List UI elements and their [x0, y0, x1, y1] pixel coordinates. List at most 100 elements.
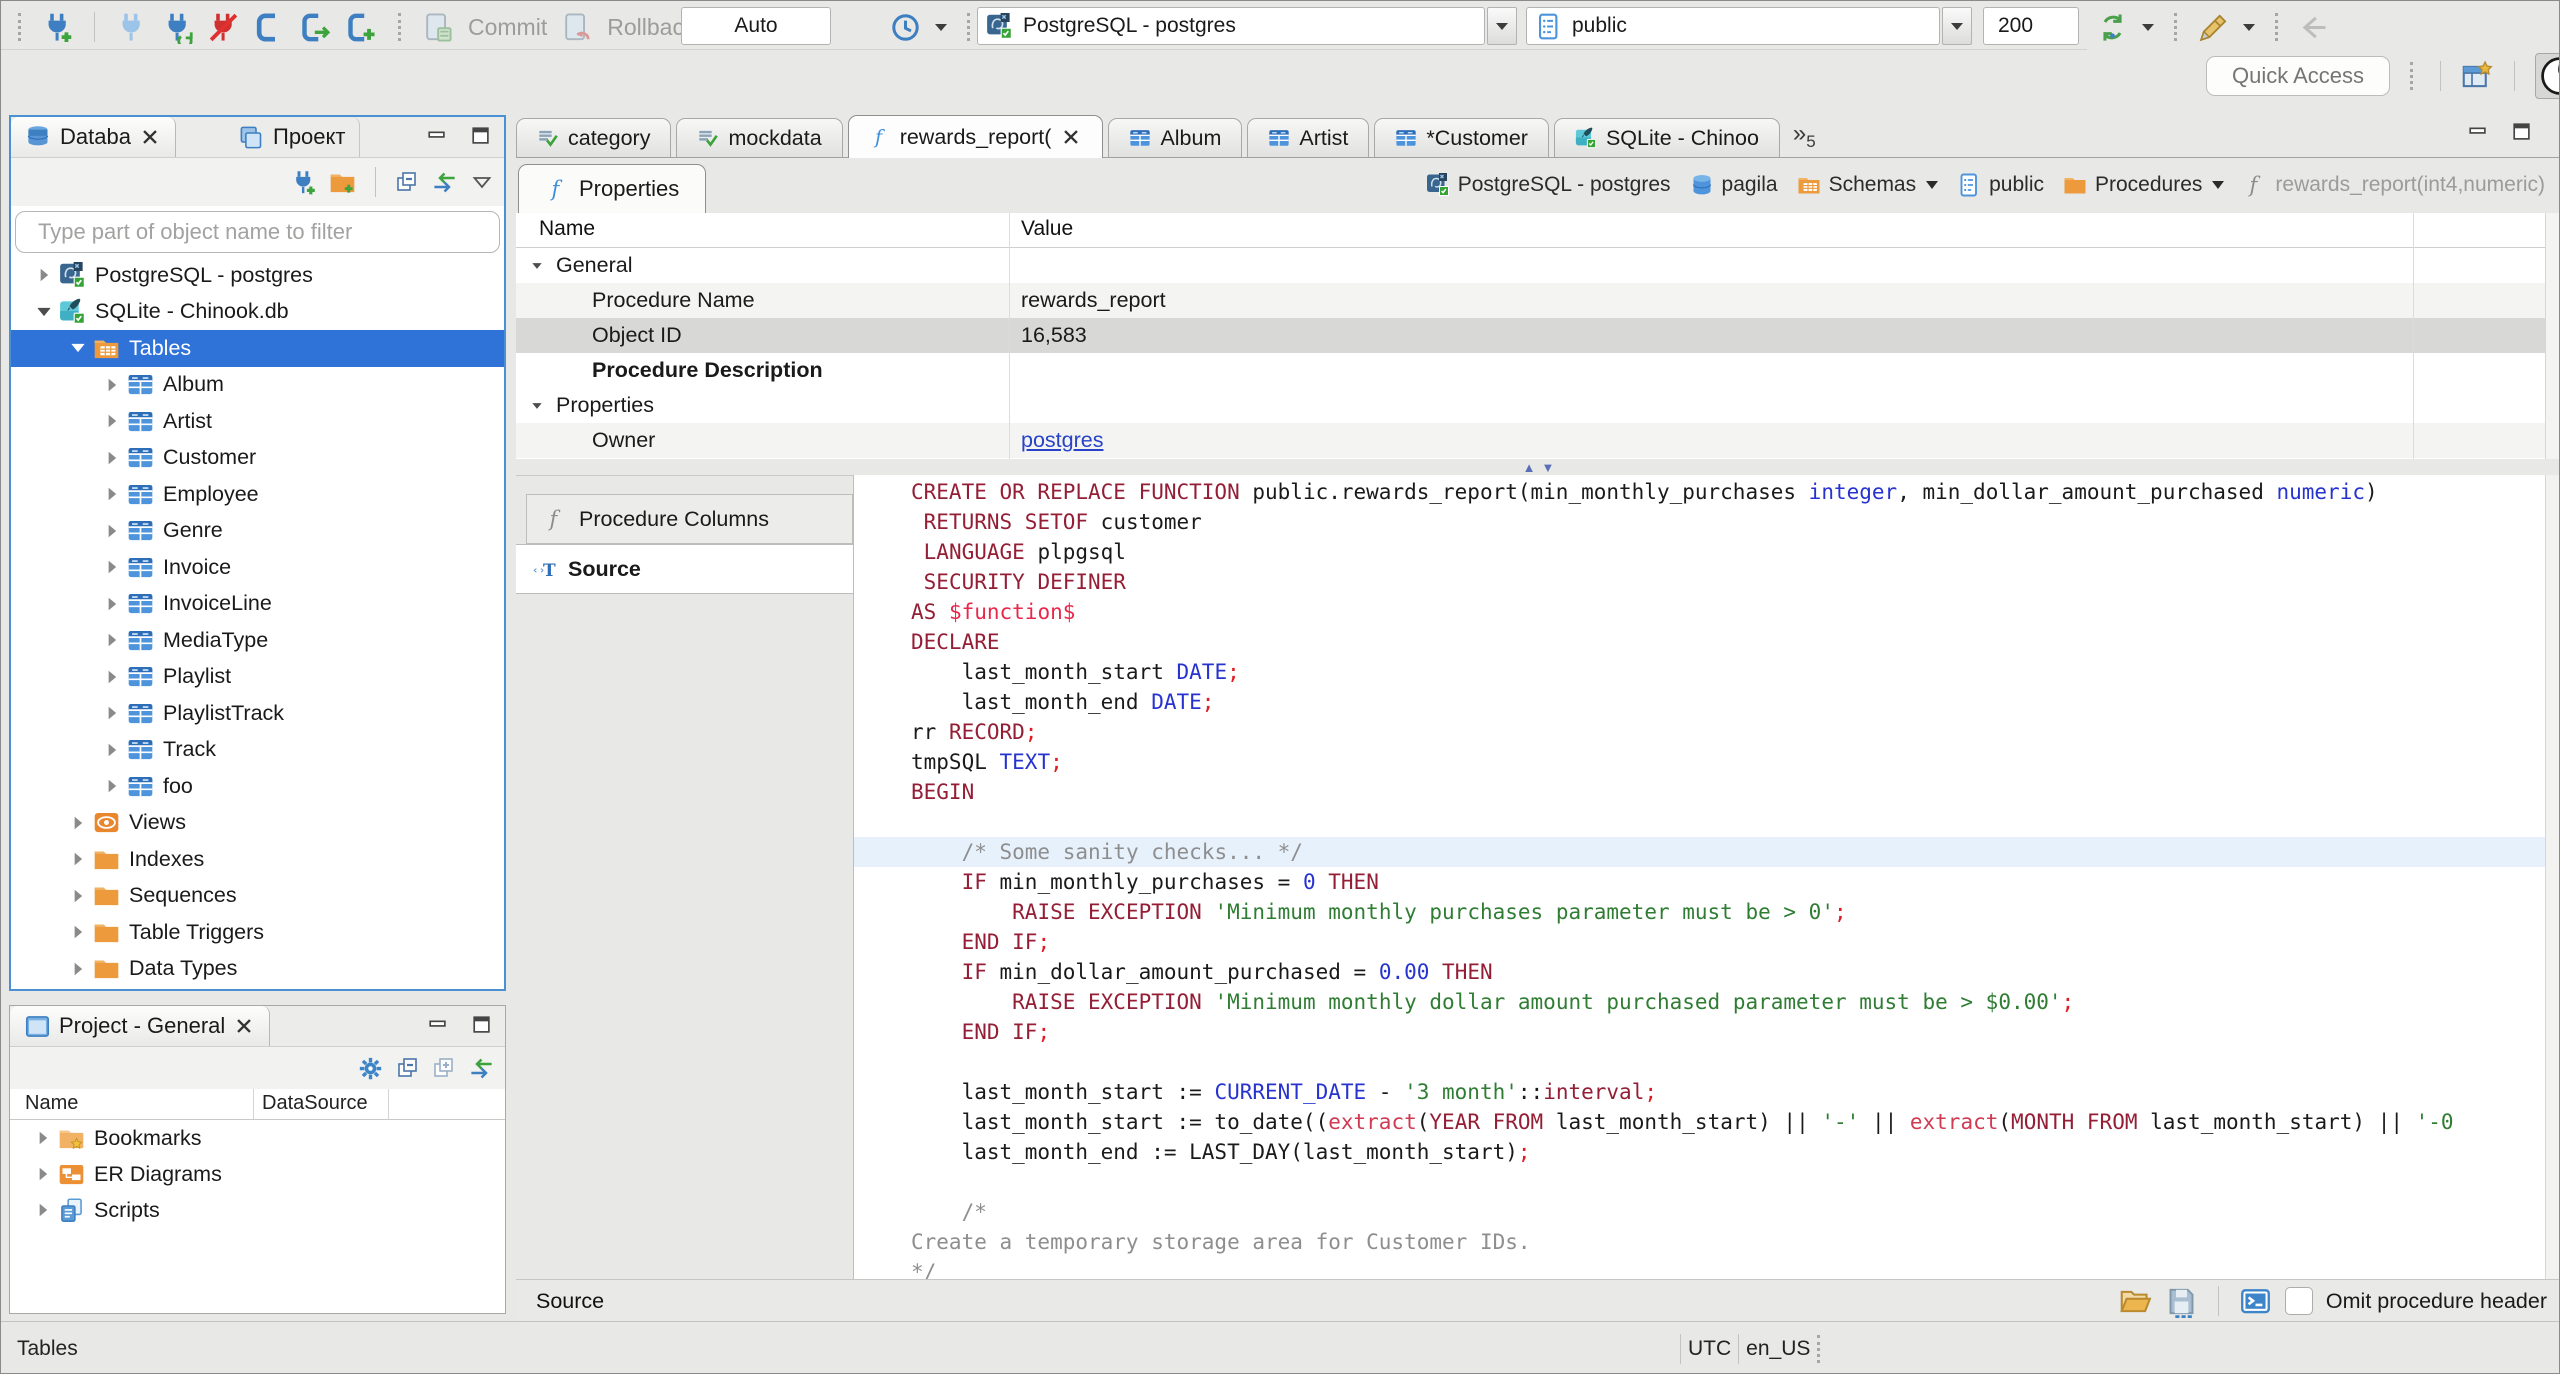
tree-item-album[interactable]: Album [11, 367, 504, 404]
scrollbar[interactable] [2545, 213, 2559, 459]
breadcrumb-item-public[interactable]: public [1957, 173, 2044, 197]
dbeaver-perspective-icon[interactable] [2535, 53, 2559, 99]
transaction-history-icon[interactable] [889, 11, 922, 44]
tree-item-data-types[interactable]: Data Types [11, 951, 504, 988]
chevron-right-icon[interactable] [63, 886, 93, 906]
chevron-down-icon[interactable] [530, 259, 544, 273]
tree-item-postgresql-postgres[interactable]: PostgreSQL - postgres [11, 257, 504, 294]
tree-item-customer[interactable]: Customer [11, 440, 504, 477]
back-navigation-icon[interactable] [2298, 11, 2331, 44]
chevron-right-icon[interactable] [97, 448, 127, 468]
section-tab-source[interactable]: ‹› T Source [516, 544, 853, 594]
chevron-down-icon[interactable] [2142, 23, 2154, 31]
navigator-tree[interactable]: PostgreSQL - postgres SQLite - Chinook.db… [11, 257, 504, 987]
breadcrumb-item-pagila[interactable]: pagila [1690, 173, 1778, 197]
close-icon[interactable] [233, 1015, 255, 1037]
link-with-editor-icon[interactable] [468, 1055, 495, 1082]
column-divider[interactable] [388, 1089, 389, 1119]
sql-format-icon[interactable] [2197, 11, 2230, 44]
list-item-scripts[interactable]: Scripts [10, 1192, 505, 1228]
commit-mode-combo[interactable]: Auto [681, 7, 831, 45]
maximize-icon[interactable] [470, 125, 492, 147]
chevron-down-icon[interactable] [530, 399, 544, 413]
tree-item-views[interactable]: Views [11, 805, 504, 842]
tree-item-mediatype[interactable]: MediaType [11, 622, 504, 659]
breadcrumb-item-postgresql-postgres[interactable]: PostgreSQL - postgres [1426, 173, 1671, 197]
timezone-label[interactable]: UTC [1688, 1337, 1731, 1361]
quick-access-input[interactable] [2206, 56, 2390, 96]
editor-tab-customer[interactable]: *Customer [1374, 118, 1549, 157]
locale-label[interactable]: en_US [1746, 1337, 1810, 1361]
chevron-right-icon[interactable] [63, 922, 93, 942]
column-name[interactable]: Name [25, 1092, 78, 1115]
connect-plug-icon[interactable] [115, 11, 148, 44]
chevron-right-icon[interactable] [97, 703, 127, 723]
breadcrumb-item-schemas[interactable]: Schemas [1797, 173, 1939, 197]
minimize-icon[interactable] [426, 125, 448, 147]
refresh-icon[interactable] [2096, 11, 2129, 44]
chevron-down-icon[interactable] [1926, 181, 1939, 189]
tab-project-general[interactable]: Project - General [10, 1006, 271, 1046]
toolbar-drag-handle[interactable] [967, 13, 970, 41]
property-row-properties[interactable]: Properties [516, 388, 2559, 423]
splitter-up-icon[interactable]: ▲ [1523, 460, 1536, 475]
new-connection-icon[interactable] [41, 11, 74, 44]
tree-item-track[interactable]: Track [11, 732, 504, 769]
tree-item-sequences[interactable]: Sequences [11, 878, 504, 915]
chevron-down-icon[interactable] [935, 23, 947, 31]
commit-button[interactable]: Commit [421, 11, 547, 44]
tab-overflow-indicator[interactable]: »5 [1793, 120, 1816, 152]
column-divider[interactable] [1009, 213, 1010, 459]
project-items[interactable]: Bookmarks ER Diagrams Scripts [10, 1120, 505, 1228]
omit-procedure-header-checkbox[interactable] [2284, 1287, 2313, 1315]
tree-item-foo[interactable]: foo [11, 768, 504, 805]
rollback-button[interactable]: Rollback [560, 11, 695, 44]
open-perspective-icon[interactable] [2461, 59, 2494, 93]
close-icon[interactable] [1060, 126, 1082, 148]
close-icon[interactable] [139, 126, 161, 148]
transaction-end-icon[interactable] [299, 11, 332, 44]
toolbar-drag-handle[interactable] [2174, 13, 2177, 41]
sql-source-editor[interactable]: CREATE OR REPLACE FUNCTION public.reward… [854, 475, 2546, 1279]
tree-item-tables[interactable]: Tables [11, 330, 504, 367]
link-with-editor-icon[interactable] [431, 169, 458, 196]
save-to-file-icon[interactable] [2165, 1285, 2198, 1318]
minimize-icon[interactable] [427, 1014, 449, 1036]
breadcrumb-item-procedures[interactable]: Procedures [2063, 173, 2225, 197]
tree-item-invoiceline[interactable]: InvoiceLine [11, 586, 504, 623]
column-divider[interactable] [253, 1089, 254, 1119]
chevron-right-icon[interactable] [63, 849, 93, 869]
connection-combo[interactable]: PostgreSQL - postgres [977, 7, 1485, 45]
tab-properties[interactable]: f Properties [518, 164, 707, 214]
property-row-object-id[interactable]: Object ID 16,583 [516, 318, 2559, 353]
tree-item-genre[interactable]: Genre [11, 513, 504, 550]
new-connection-icon[interactable] [290, 169, 317, 196]
object-filter-input[interactable] [15, 211, 500, 253]
tab-database-navigator[interactable]: Databa [11, 117, 176, 157]
breadcrumb-item-rewards-report-int4-numeric[interactable]: f rewards_report(int4,numeric) [2243, 173, 2545, 197]
view-menu-icon[interactable] [470, 170, 494, 194]
chevron-right-icon[interactable] [97, 411, 127, 431]
editor-tab-category[interactable]: category [516, 118, 672, 157]
toolbar-drag-handle[interactable] [398, 13, 401, 41]
tree-item-playlisttrack[interactable]: PlaylistTrack [11, 695, 504, 732]
chevron-right-icon[interactable] [97, 740, 127, 760]
chevron-right-icon[interactable] [97, 667, 127, 687]
tree-item-invoice[interactable]: Invoice [11, 549, 504, 586]
fetch-size-field[interactable]: 200 [1983, 7, 2079, 45]
tree-item-employee[interactable]: Employee [11, 476, 504, 513]
chevron-right-icon[interactable] [63, 813, 93, 833]
schema-combo-dropdown[interactable] [1942, 7, 1972, 45]
section-tab-procedure-columns[interactable]: f Procedure Columns [526, 494, 853, 544]
chevron-right-icon[interactable] [97, 484, 127, 504]
reconnect-plug-icon[interactable] [161, 11, 194, 44]
section-splitter[interactable]: ▲ ▼ [516, 459, 2559, 475]
property-row-owner[interactable]: Owner postgres [516, 423, 2559, 458]
editor-tab-mockdata[interactable]: mockdata [676, 118, 843, 157]
new-folder-icon[interactable] [329, 169, 356, 196]
column-name[interactable]: Name [539, 217, 595, 241]
maximize-icon[interactable] [471, 1014, 493, 1036]
chevron-right-icon[interactable] [97, 557, 127, 577]
editor-tab-artist[interactable]: Artist [1247, 118, 1370, 157]
load-from-file-icon[interactable] [2119, 1285, 2152, 1318]
